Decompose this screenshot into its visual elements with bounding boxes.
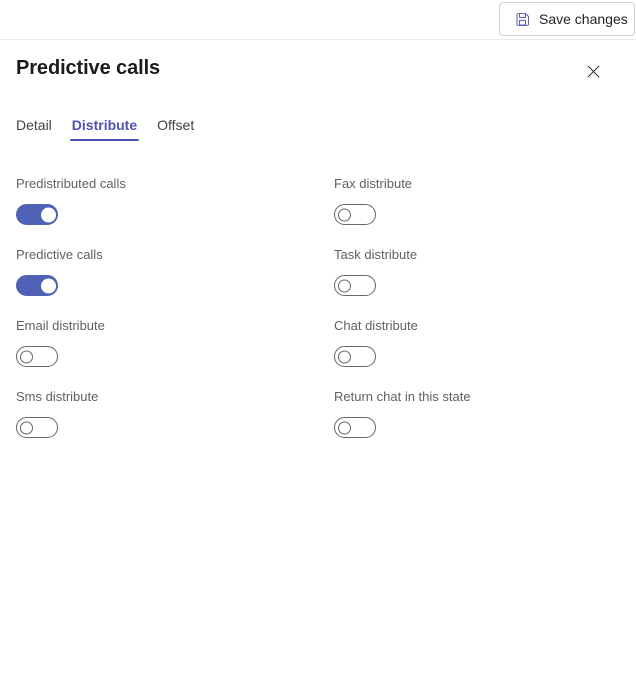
toggle-knob xyxy=(338,350,351,363)
toggle-knob xyxy=(41,278,56,293)
close-panel-button[interactable] xyxy=(577,55,609,87)
field-label: Predistributed calls xyxy=(16,176,126,191)
save-changes-button[interactable]: Save changes xyxy=(499,2,635,36)
field-label: Return chat in this state xyxy=(334,389,471,404)
tab-offset[interactable]: Offset xyxy=(147,118,204,141)
toggle-email-distribute[interactable] xyxy=(16,346,58,367)
tab-detail[interactable]: Detail xyxy=(16,118,62,141)
field-fax-distribute: Fax distribute xyxy=(334,176,620,225)
toggle-knob xyxy=(41,207,56,222)
tab-distribute[interactable]: Distribute xyxy=(62,118,147,141)
save-floppy-icon xyxy=(514,11,531,28)
tab-offset-label: Offset xyxy=(157,117,195,133)
toggle-knob xyxy=(20,350,33,363)
panel-header: Predictive calls xyxy=(16,40,620,102)
toggle-predictive-calls[interactable] xyxy=(16,275,58,296)
toggle-fax-distribute[interactable] xyxy=(334,204,376,225)
toggle-predistributed-calls[interactable] xyxy=(16,204,58,225)
field-predictive-calls: Predictive calls xyxy=(16,247,334,296)
toggle-return-chat-in-this-state[interactable] xyxy=(334,417,376,438)
field-predistributed-calls: Predistributed calls xyxy=(16,176,334,225)
field-return-chat-in-this-state: Return chat in this state xyxy=(334,389,620,438)
toggle-knob xyxy=(338,421,351,434)
predictive-calls-panel: Predictive calls Detail Distribute Offse… xyxy=(0,40,636,438)
tab-distribute-label: Distribute xyxy=(71,117,138,133)
tab-list: Detail Distribute Offset xyxy=(16,103,620,141)
field-task-distribute: Task distribute xyxy=(334,247,620,296)
save-changes-label: Save changes xyxy=(539,11,628,27)
field-chat-distribute: Chat distribute xyxy=(334,318,620,367)
toggle-knob xyxy=(338,208,351,221)
field-email-distribute: Email distribute xyxy=(16,318,334,367)
field-label: Chat distribute xyxy=(334,318,418,333)
field-label: Fax distribute xyxy=(334,176,413,191)
field-label: Predictive calls xyxy=(16,247,103,262)
tab-detail-label: Detail xyxy=(16,117,52,133)
close-x-icon xyxy=(585,63,602,80)
toggle-task-distribute[interactable] xyxy=(334,275,376,296)
distribute-settings-grid: Predistributed calls Fax distribute Pred… xyxy=(16,176,620,438)
field-sms-distribute: Sms distribute xyxy=(16,389,334,438)
toggle-knob xyxy=(20,421,33,434)
field-label: Sms distribute xyxy=(16,389,99,404)
command-bar: Save changes xyxy=(0,0,636,40)
field-label: Email distribute xyxy=(16,318,105,333)
toggle-chat-distribute[interactable] xyxy=(334,346,376,367)
field-label: Task distribute xyxy=(334,247,418,262)
page-title: Predictive calls xyxy=(16,57,161,79)
toggle-sms-distribute[interactable] xyxy=(16,417,58,438)
toggle-knob xyxy=(338,279,351,292)
